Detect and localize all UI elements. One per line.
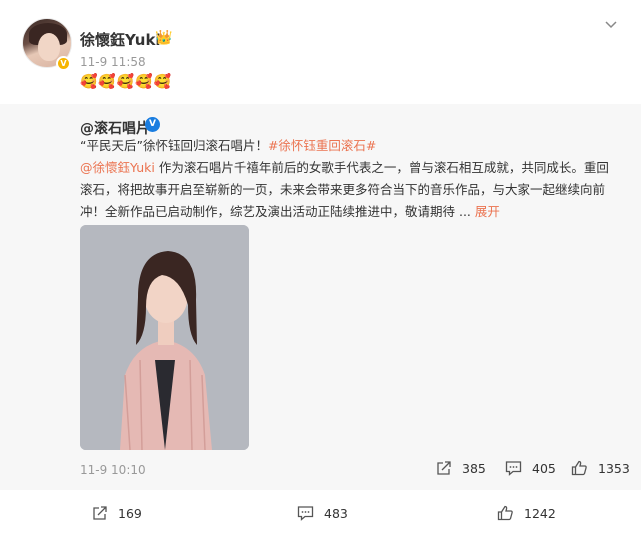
repost-text: “平民天后”徐怀钰回归滚石唱片！#徐怀钰重回滚石# @徐懷鈺Yuki 作为滚石唱… — [80, 135, 620, 223]
repost-photo[interactable] — [80, 225, 249, 450]
repost-like-button[interactable]: 1353 — [571, 460, 630, 476]
hashtag-link[interactable]: #徐怀钰重回滚石# — [268, 138, 376, 153]
repost-like-count: 1353 — [598, 460, 630, 476]
repost-comment-button[interactable]: 405 — [505, 460, 556, 476]
comment-count: 483 — [324, 505, 348, 521]
weibo-post-card: V 徐懷鈺Yuki 👑 11-9 11:58 🥰🥰🥰🥰🥰 @滚石唱片 V “平民… — [0, 0, 641, 543]
repost-share-button[interactable]: 385 — [436, 460, 486, 476]
repost-share-count: 385 — [462, 460, 486, 476]
share-count: 169 — [118, 505, 142, 521]
comment-icon — [297, 506, 314, 521]
post-text: 🥰🥰🥰🥰🥰 — [80, 74, 173, 90]
like-count: 1242 — [524, 505, 556, 521]
share-icon — [93, 506, 107, 520]
thumbs-up-icon — [497, 505, 513, 521]
share-button[interactable]: 169 — [92, 505, 142, 521]
comment-button[interactable]: 483 — [297, 505, 348, 521]
person-photo-illustration — [80, 225, 249, 450]
repost-comment-count: 405 — [532, 460, 556, 476]
post-timestamp[interactable]: 11-9 11:58 — [80, 55, 146, 69]
share-icon — [437, 461, 451, 475]
thumbs-up-icon — [571, 460, 587, 476]
verified-badge-icon: V — [145, 117, 160, 132]
verified-badge-icon: V — [56, 56, 71, 71]
repost-timestamp[interactable]: 11-9 10:10 — [80, 463, 146, 477]
expand-link[interactable]: 展开 — [471, 204, 500, 219]
mention-link[interactable]: @徐懷鈺Yuki — [80, 160, 155, 175]
comment-icon — [505, 461, 522, 476]
crown-icon: 👑 — [155, 30, 173, 46]
repost-text-body: 作为滚石唱片千禧年前后的女歌手代表之一，曾与滚石相互成就，共同成长。重回滚石，将… — [80, 160, 609, 219]
like-button[interactable]: 1242 — [497, 505, 556, 521]
chevron-down-icon[interactable] — [604, 18, 618, 32]
author-name[interactable]: 徐懷鈺Yuki — [80, 29, 161, 50]
repost-text-lead: “平民天后”徐怀钰回归滚石唱片！ — [80, 138, 268, 153]
post-header: V 徐懷鈺Yuki 👑 11-9 11:58 🥰🥰🥰🥰🥰 — [0, 0, 641, 104]
